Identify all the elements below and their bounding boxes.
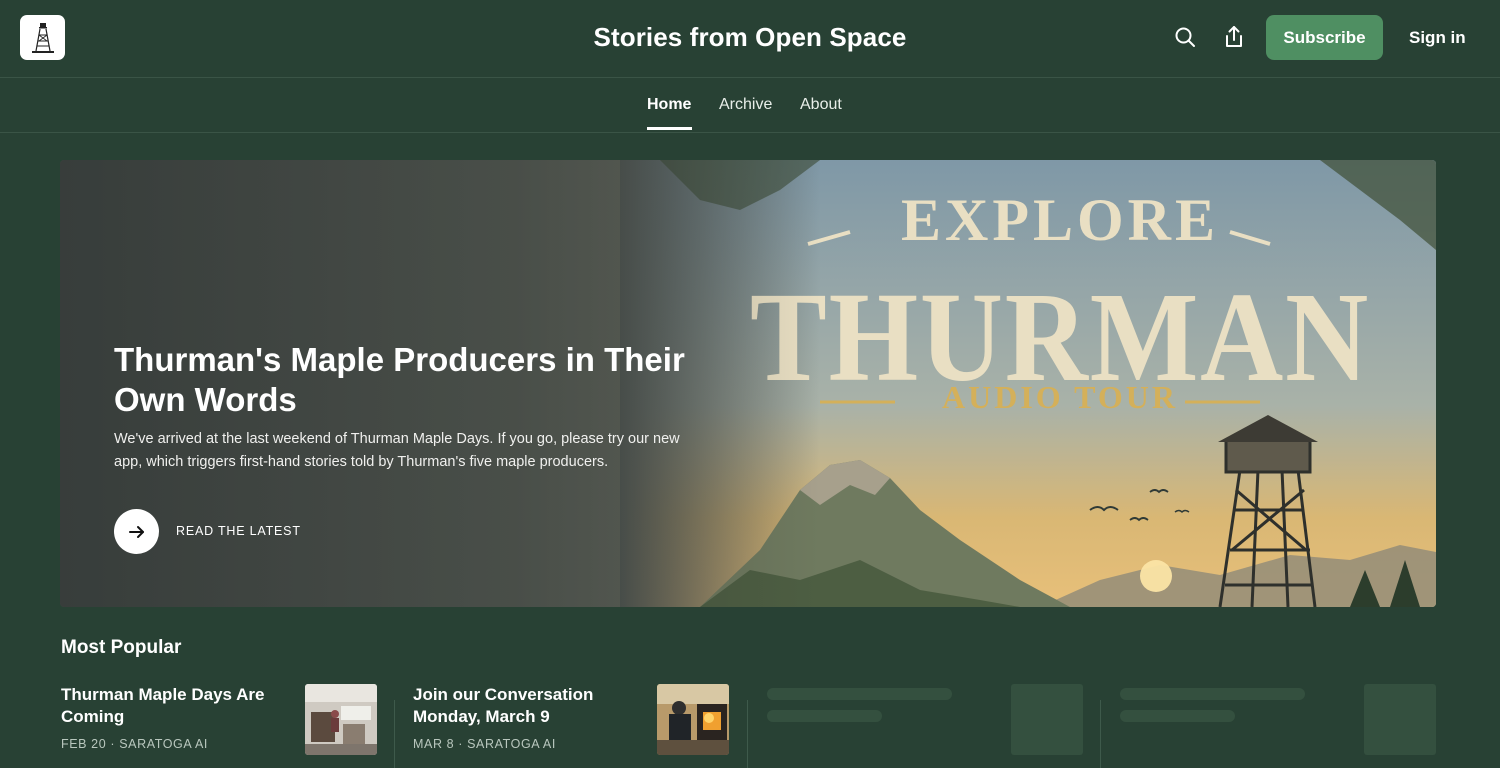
skeleton-thumbnail — [1364, 684, 1436, 755]
share-icon — [1226, 26, 1242, 47]
signin-link[interactable]: Sign in — [1409, 28, 1466, 48]
post-thumbnail[interactable] — [305, 684, 377, 755]
main-nav: Home Archive About — [0, 78, 1500, 133]
skeleton-line — [767, 688, 952, 700]
popular-post-2[interactable]: Join our Conversation Monday, March 9 MA… — [413, 684, 743, 768]
share-button[interactable] — [1222, 25, 1246, 49]
post-title[interactable]: Join our Conversation Monday, March 9 — [413, 684, 633, 728]
nav-home[interactable]: Home — [647, 96, 691, 114]
post-title[interactable]: Thurman Maple Days Are Coming — [61, 684, 281, 728]
post-meta: MAR 8 · SARATOGA AI — [413, 737, 556, 751]
art-audio-tour-text: AUDIO TOUR — [942, 379, 1178, 415]
popular-post-1[interactable]: Thurman Maple Days Are Coming FEB 20 · S… — [61, 684, 391, 768]
skeleton-line — [1120, 710, 1235, 722]
hero-description: We've arrived at the last weekend of Thu… — [114, 431, 680, 470]
hero-banner[interactable]: EXPLORE THURMAN AUDIO TOUR Thurman's Map… — [60, 160, 1436, 607]
search-button[interactable] — [1173, 25, 1197, 49]
skeleton-line — [1120, 688, 1305, 700]
post-meta: FEB 20 · SARATOGA AI — [61, 737, 209, 751]
most-popular-title: Most Popular — [61, 637, 182, 658]
post-thumbnail[interactable] — [657, 684, 729, 755]
read-latest-button[interactable] — [114, 509, 159, 554]
post-divider — [394, 700, 395, 768]
site-header: Stories from Open Space Subscribe Sign i… — [0, 0, 1500, 78]
post-divider — [747, 700, 748, 768]
nav-about[interactable]: About — [800, 96, 842, 114]
post-divider — [1100, 700, 1101, 768]
read-latest-label[interactable]: READ THE LATEST — [176, 524, 301, 538]
post-thumbnail-image — [657, 684, 729, 755]
art-explore-text: EXPLORE — [901, 187, 1219, 253]
search-icon — [1175, 27, 1195, 47]
subscribe-button[interactable]: Subscribe — [1266, 15, 1383, 60]
skeleton-line — [767, 710, 882, 722]
hero-title[interactable]: Thurman's Maple Producers in Their Own W… — [114, 340, 714, 420]
post-thumbnail-image — [305, 684, 377, 755]
arrow-right-icon — [128, 525, 144, 538]
nav-active-indicator — [647, 127, 692, 130]
nav-archive[interactable]: Archive — [719, 96, 772, 114]
skeleton-thumbnail — [1011, 684, 1083, 755]
